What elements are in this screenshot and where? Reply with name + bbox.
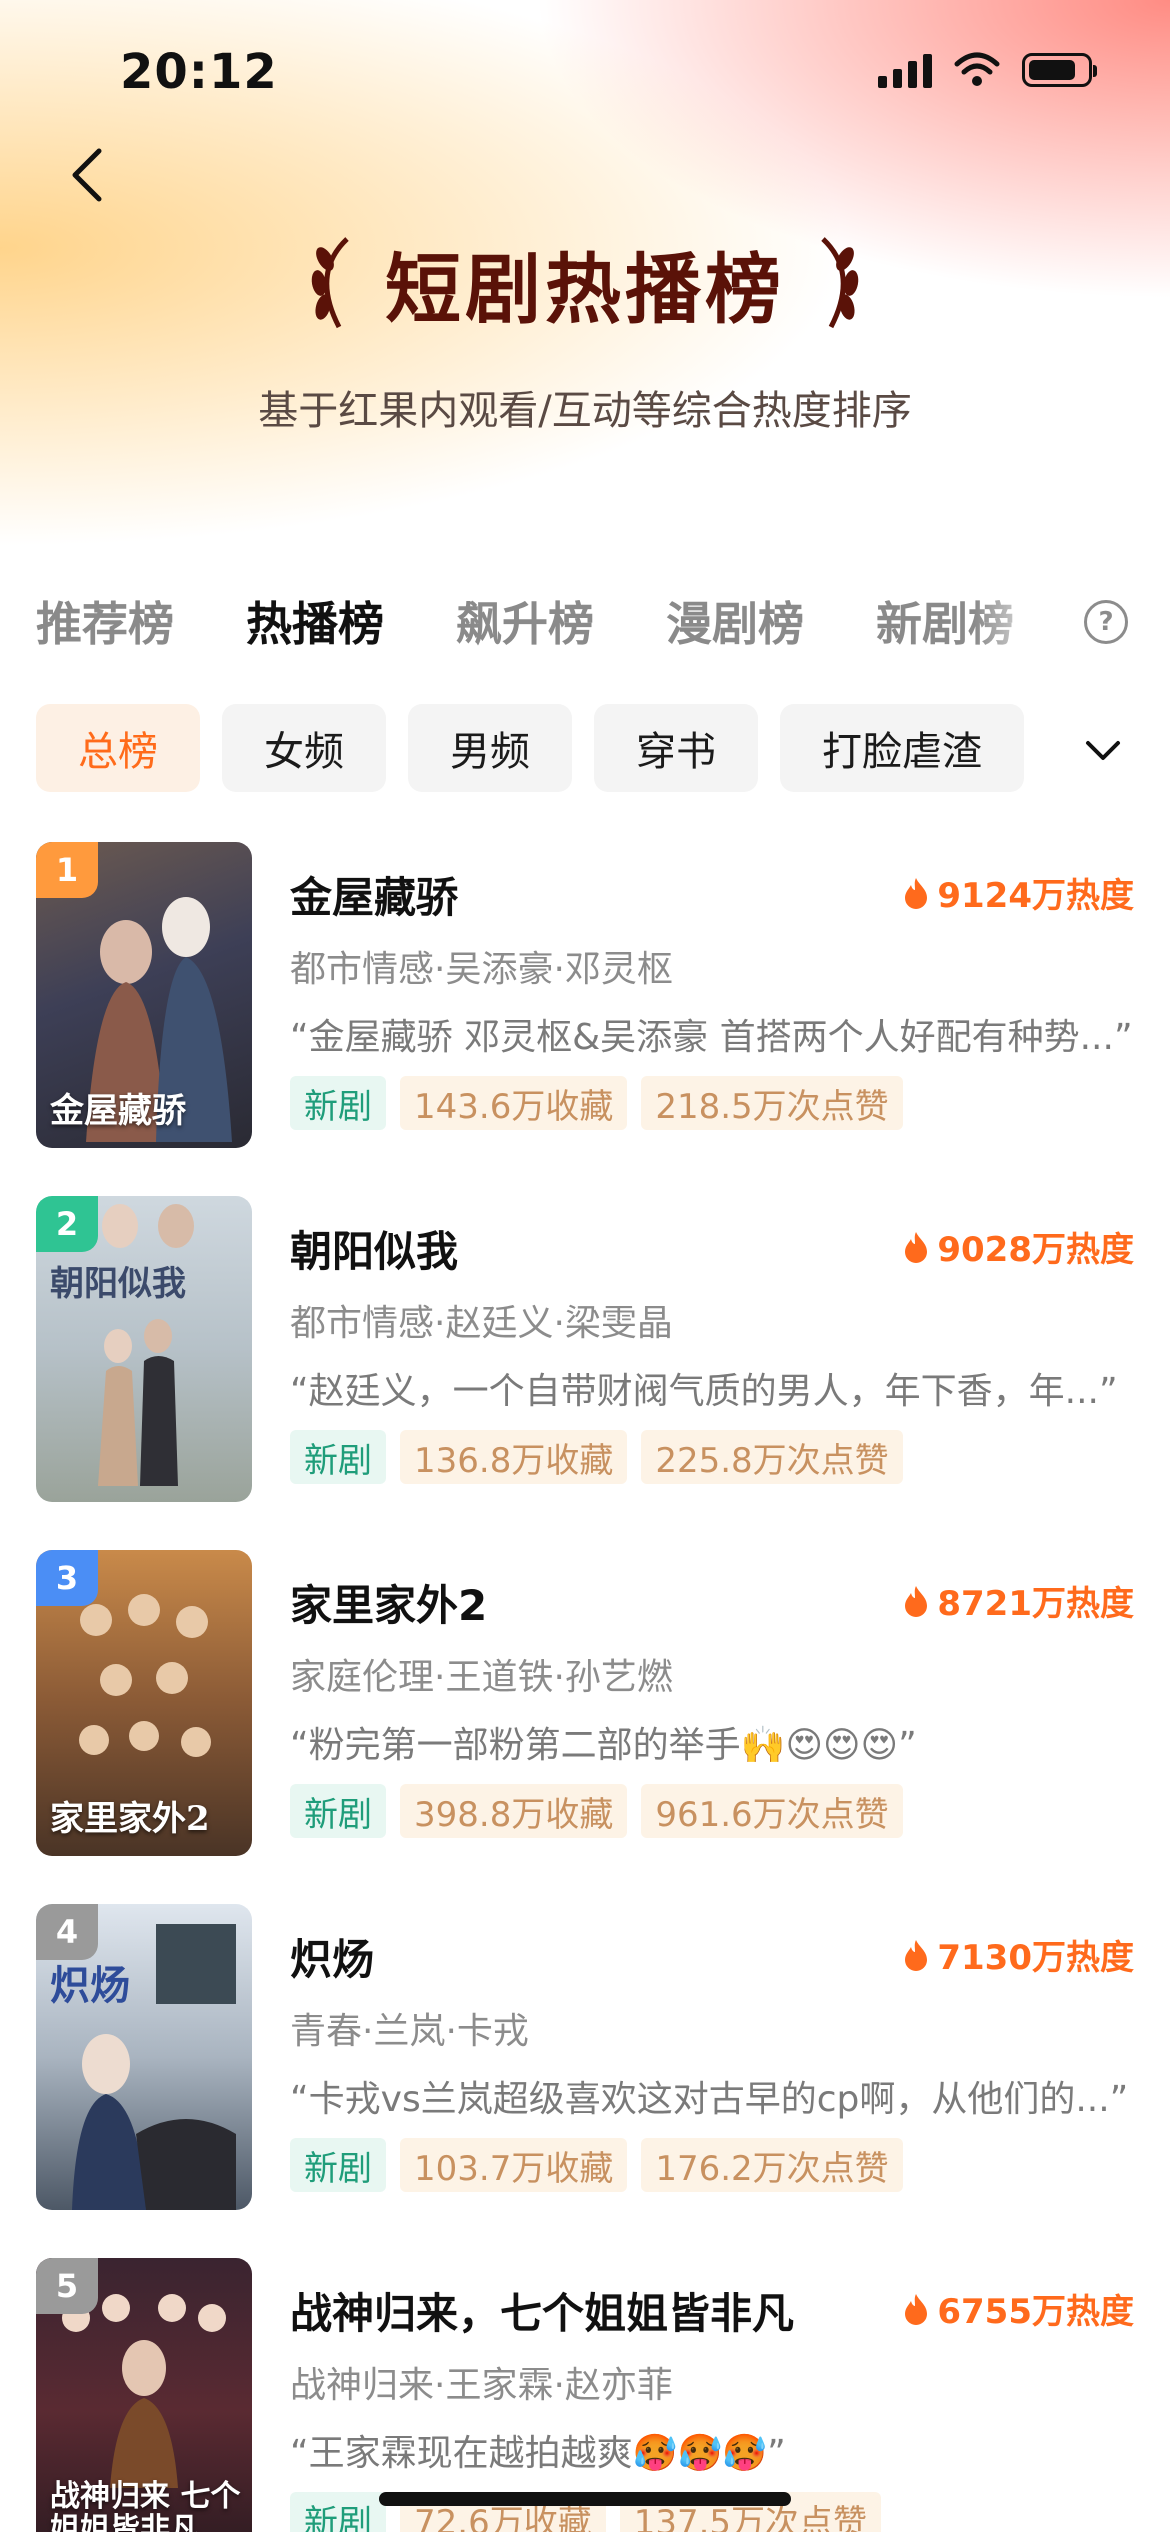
drama-cover[interactable]: 家里家外2 3 [36,1550,252,1856]
rank-badge: 3 [36,1550,98,1606]
ranking-tabs: 推荐榜 热播榜 飙升榜 漫剧榜 新剧榜 [36,588,1056,654]
list-item[interactable]: 金屋藏骄 1 金屋藏骄 9124万热度 都市情感·吴添豪·邓灵枢 “金屋藏骄 邓… [0,842,1170,1196]
list-item[interactable]: 家里家外2 3 家里家外2 8721万热度 家庭伦理·王道铁·孙艺燃 “粉完第一… [0,1550,1170,1904]
tab-comic[interactable]: 漫剧榜 [666,588,804,654]
flame-icon [905,2293,928,2325]
battery-icon [1022,53,1097,87]
drama-quote: “卡戎vs兰岚超级喜欢这对古早的cp啊，从他们的...” [290,2079,1129,2120]
likes-count: 218.5万次点赞 [641,1076,903,1130]
heat-value: 6755万热度 [937,2292,1134,2332]
back-button[interactable] [58,140,114,210]
poster-title: 战神归来 七个姐姐皆非凡 [50,2479,241,2532]
drama-title[interactable]: 朝阳似我 [290,1218,458,1279]
likes-count: 176.2万次点赞 [641,2138,903,2192]
cellular-signal-icon [878,52,932,88]
heat-score: 6755万热度 [903,2284,1134,2333]
expand-filters-button[interactable] [1078,726,1128,776]
new-tag: 新剧 [290,1076,386,1130]
drama-cover[interactable]: 炽炀 4 [36,1904,252,2210]
page-title: 短剧热播榜 [385,245,785,334]
list-item[interactable]: 炽炀 4 炽炀 7130万热度 青春·兰岚·卡戎 “卡戎vs兰岚超级喜欢这对古早… [0,1904,1170,2258]
screen: 20:12 短剧热播榜 基于红果内观看/互动等综合热度排序 推荐榜 热播榜 飙升… [0,0,1170,2532]
flame-icon [905,1939,928,1971]
drama-tags: 新剧 143.6万收藏 218.5万次点赞 [290,1076,903,1130]
flame-icon [905,1231,928,1263]
drama-meta: 战神归来·王家霖·赵亦菲 [290,2365,673,2406]
likes-count: 225.8万次点赞 [641,1430,903,1484]
heat-score: 7130万热度 [903,1930,1134,1979]
heat-value: 8721万热度 [937,1584,1134,1624]
heat-value: 7130万热度 [937,1938,1134,1978]
poster-title: 炽炀 [50,1962,130,2009]
drama-quote: “金屋藏骄 邓灵枢&吴添豪 首搭两个人好配有种势...” [290,1017,1130,1058]
drama-quote: “粉完第一部粉第二部的举手🙌😍😍😍” [290,1725,917,1766]
new-tag: 新剧 [290,2138,386,2192]
drama-title[interactable]: 金屋藏骄 [290,864,458,925]
tab-rising[interactable]: 飙升榜 [456,588,594,654]
heat-value: 9124万热度 [937,876,1134,916]
rank-badge: 2 [36,1196,98,1252]
rank-badge: 1 [36,842,98,898]
status-time: 20:12 [120,44,278,100]
drama-tags: 新剧 103.7万收藏 176.2万次点赞 [290,2138,903,2192]
chevron-down-icon [1086,741,1120,760]
flame-icon [905,877,928,909]
wifi-icon [954,52,1000,86]
drama-title[interactable]: 家里家外2 [290,1572,487,1633]
favorites-count: 398.8万收藏 [400,1784,628,1838]
tab-new[interactable]: 新剧榜 [876,588,1014,654]
heat-value: 9028万热度 [937,1230,1134,1270]
poster-title: 朝阳似我 [50,1264,186,1304]
chevron-left-icon [72,148,102,202]
drama-quote: “赵廷义，一个自带财阀气质的男人，年下香，年...” [290,1371,1118,1412]
drama-title[interactable]: 炽炀 [290,1926,374,1987]
laurel-right-icon [821,237,859,329]
poster-title: 家里家外2 [50,1798,210,1839]
filter-chip-all[interactable]: 总榜 [36,704,200,792]
heat-score: 9124万热度 [903,868,1134,917]
new-tag: 新剧 [290,2492,386,2532]
help-icon[interactable]: ? [1084,600,1128,644]
drama-tags: 新剧 398.8万收藏 961.6万次点赞 [290,1784,903,1838]
tab-recommended[interactable]: 推荐榜 [36,588,174,654]
page-title-wrap: 短剧热播榜 [0,228,1170,338]
heat-score: 8721万热度 [903,1576,1134,1625]
drama-meta: 都市情感·赵廷义·梁雯晶 [290,1303,673,1344]
home-indicator[interactable] [379,2492,791,2506]
laurel-left-icon [311,237,349,329]
drama-cover[interactable]: 战神归来 七个姐姐皆非凡 5 [36,2258,252,2532]
heat-score: 9028万热度 [903,1222,1134,1271]
ranking-list: 金屋藏骄 1 金屋藏骄 9124万热度 都市情感·吴添豪·邓灵枢 “金屋藏骄 邓… [0,842,1170,2532]
favorites-count: 136.8万收藏 [400,1430,628,1484]
drama-meta: 家庭伦理·王道铁·孙艺燃 [290,1657,673,1698]
drama-quote: “王家霖现在越拍越爽🥵🥵🥵” [290,2433,786,2474]
filter-chip-male[interactable]: 男频 [408,704,572,792]
flame-icon [905,1585,928,1617]
status-icons [878,52,1097,88]
favorites-count: 143.6万收藏 [400,1076,628,1130]
new-tag: 新剧 [290,1430,386,1484]
page-subtitle: 基于红果内观看/互动等综合热度排序 [258,388,912,434]
tab-hot[interactable]: 热播榜 [246,588,384,654]
filter-chip-transmigration[interactable]: 穿书 [594,704,758,792]
favorites-count: 103.7万收藏 [400,2138,628,2192]
poster-title: 金屋藏骄 [50,1090,186,1131]
drama-meta: 青春·兰岚·卡戎 [290,2011,529,2052]
drama-meta: 都市情感·吴添豪·邓灵枢 [290,949,673,990]
list-item[interactable]: 朝阳似我 2 朝阳似我 9028万热度 都市情感·赵廷义·梁雯晶 “赵廷义，一个… [0,1196,1170,1550]
new-tag: 新剧 [290,1784,386,1838]
drama-cover[interactable]: 金屋藏骄 1 [36,842,252,1148]
list-item[interactable]: 战神归来 七个姐姐皆非凡 5 战神归来，七个姐姐皆非凡 6755万热度 战神归来… [0,2258,1170,2532]
drama-title[interactable]: 战神归来，七个姐姐皆非凡 [290,2280,794,2341]
rank-badge: 5 [36,2258,98,2314]
drama-tags: 新剧 136.8万收藏 225.8万次点赞 [290,1430,903,1484]
drama-cover[interactable]: 朝阳似我 2 [36,1196,252,1502]
filter-chip-revenge[interactable]: 打脸虐渣 [780,704,1024,792]
rank-badge: 4 [36,1904,98,1960]
filter-chips: 总榜 女频 男频 穿书 打脸虐渣 [36,704,1036,792]
filter-chip-female[interactable]: 女频 [222,704,386,792]
likes-count: 961.6万次点赞 [641,1784,903,1838]
